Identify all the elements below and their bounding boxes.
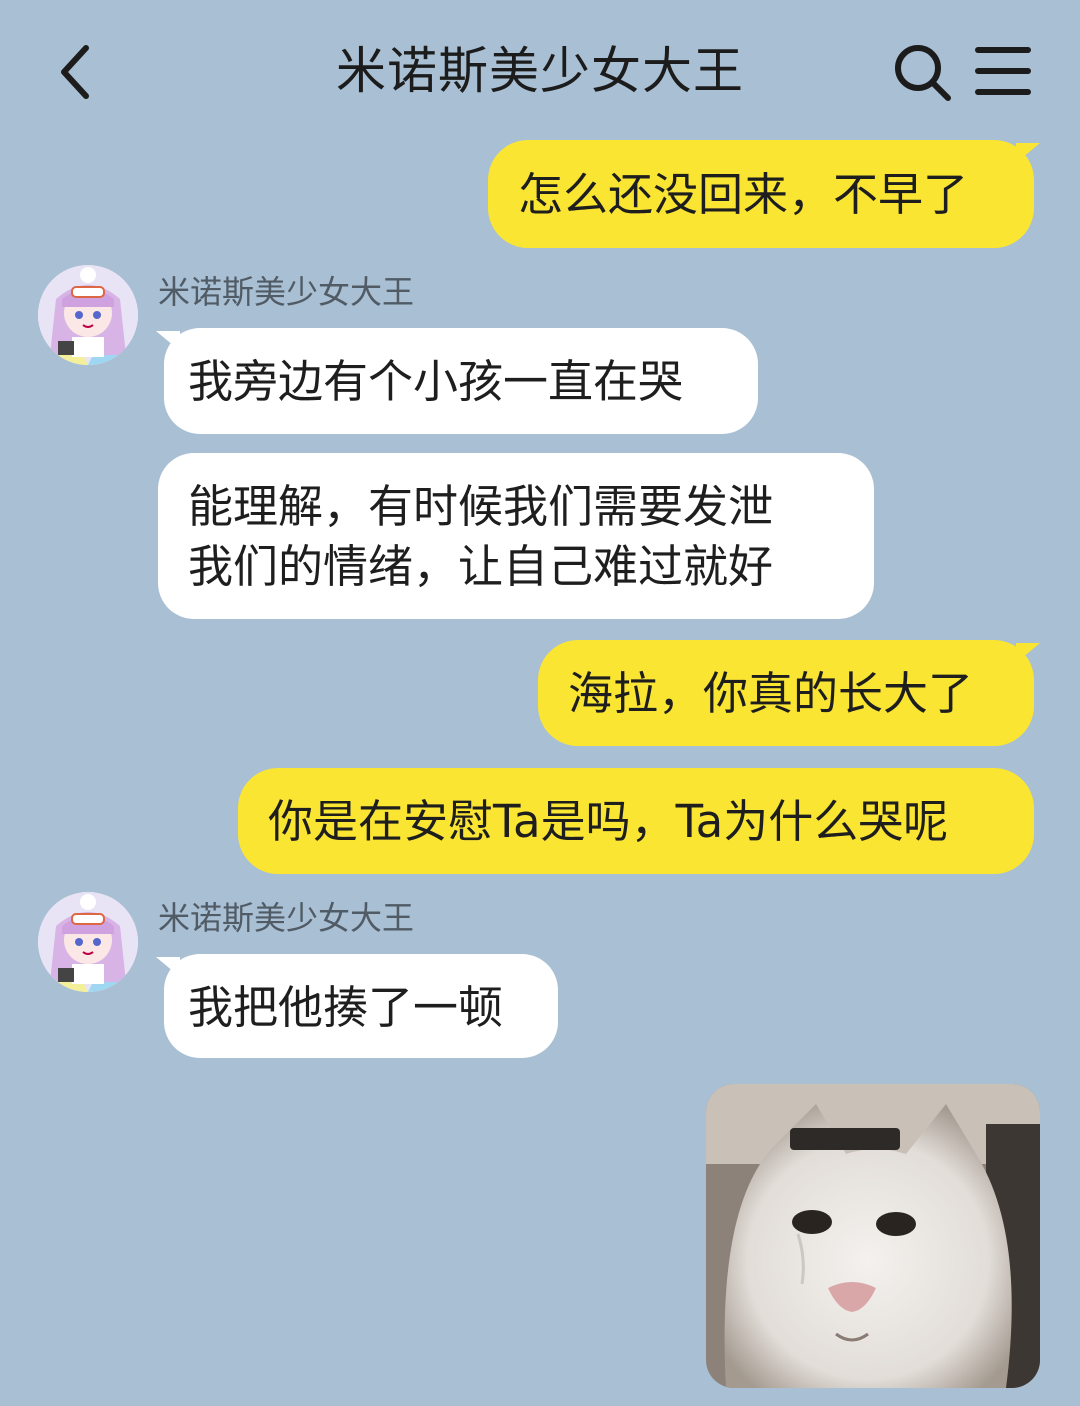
chat-header: 米诺斯美少女大王	[0, 0, 1080, 140]
bubble-tail	[156, 957, 180, 977]
crying-white-cat-sticker	[706, 1084, 1040, 1388]
hamburger-menu-icon	[975, 47, 1031, 95]
message-bubble[interactable]: 我旁边有个小孩一直在哭	[164, 328, 758, 434]
anime-girl-avatar-icon	[38, 892, 138, 992]
message-text: 海拉，你真的长大了	[568, 667, 974, 720]
bubble-tail	[1016, 643, 1040, 663]
menu-button[interactable]	[968, 36, 1038, 106]
search-icon	[895, 45, 951, 101]
message-text: 怎么还没回来，不早了	[518, 168, 969, 221]
avatar[interactable]	[38, 892, 138, 992]
sticker-image[interactable]	[706, 1084, 1040, 1388]
message-bubble[interactable]: 能理解，有时候我们需要发泄 我们的情绪，让自己难过就好	[158, 453, 874, 619]
sender-name: 米诺斯美少女大王	[158, 273, 415, 311]
message-text-line: 能理解，有时候我们需要发泄	[188, 480, 774, 533]
message-bubble[interactable]: 怎么还没回来，不早了	[488, 140, 1034, 248]
message-bubble[interactable]: 海拉，你真的长大了	[538, 640, 1034, 746]
bubble-tail	[156, 331, 180, 351]
message-bubble[interactable]: 你是在安慰Ta是吗，Ta为什么哭呢	[238, 768, 1034, 874]
bubble-tail	[1016, 143, 1040, 163]
message-text: 我把他揍了一顿	[188, 981, 504, 1034]
sender-name: 米诺斯美少女大王	[158, 899, 415, 937]
message-bubble[interactable]: 我把他揍了一顿	[164, 954, 558, 1058]
message-text: 我旁边有个小孩一直在哭	[188, 355, 684, 408]
search-button[interactable]	[888, 36, 958, 106]
anime-girl-avatar-icon	[38, 265, 138, 365]
avatar[interactable]	[38, 265, 138, 365]
message-text-line: 我们的情绪，让自己难过就好	[188, 540, 774, 593]
message-text: 你是在安慰Ta是吗，Ta为什么哭呢	[268, 795, 949, 848]
